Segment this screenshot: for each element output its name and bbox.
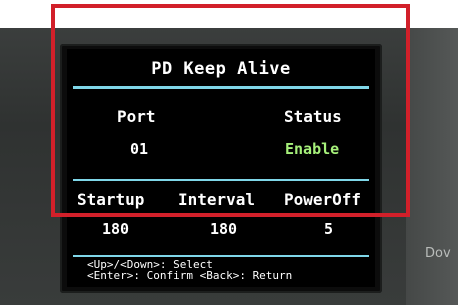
- hint-divider: [73, 255, 369, 257]
- highlight-frame: [51, 4, 410, 217]
- confirm-return-hint: <Enter>: Confirm <Back>: Return: [87, 269, 293, 282]
- poweroff-value[interactable]: 5: [324, 220, 333, 238]
- startup-value[interactable]: 180: [102, 220, 129, 238]
- interval-value[interactable]: 180: [210, 220, 237, 238]
- device-side-label: Dov: [425, 246, 451, 261]
- device-side-panel: [406, 28, 458, 305]
